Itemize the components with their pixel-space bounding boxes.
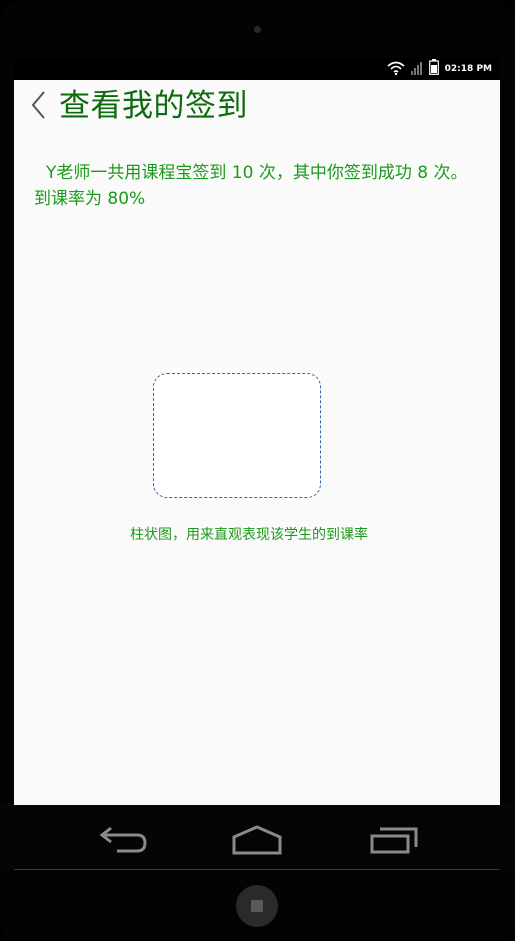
app-screen: 查看我的签到 Y老师一共用课程宝签到 10 次，其中你签到成功 8 次。到课率为… (14, 80, 500, 805)
recent-apps-icon (370, 827, 418, 854)
home-icon (232, 825, 282, 855)
front-camera (254, 26, 261, 33)
chart-caption: 柱状图，用来直观表现该学生的到课率 (130, 527, 368, 543)
signal-icon (410, 60, 423, 79)
nav-divider (14, 869, 500, 870)
status-icons: 02:18 PM (387, 59, 492, 79)
page-title: 查看我的签到 (59, 88, 248, 124)
chevron-left-icon (31, 91, 45, 119)
status-time: 02:18 PM (444, 64, 492, 74)
chart-placeholder (153, 373, 321, 498)
attendance-summary: Y老师一共用课程宝签到 10 次，其中你签到成功 8 次。到课率为 80% (34, 163, 468, 209)
back-button[interactable] (28, 89, 52, 123)
phone-frame: 02:18 PM 查看我的签到 Y老师一共用课程宝签到 10 次，其中你签到成功… (0, 0, 515, 941)
status-bar: 02:18 PM (14, 58, 500, 80)
wifi-icon (387, 60, 405, 79)
battery-icon (428, 59, 439, 79)
back-arrow-icon (99, 826, 147, 853)
system-nav-bar (0, 805, 515, 870)
nav-back-button[interactable] (93, 823, 153, 857)
nav-home-button[interactable] (227, 823, 287, 857)
stop-icon (251, 900, 263, 912)
nav-recents-button[interactable] (362, 823, 422, 857)
hardware-home-key[interactable] (236, 885, 278, 927)
